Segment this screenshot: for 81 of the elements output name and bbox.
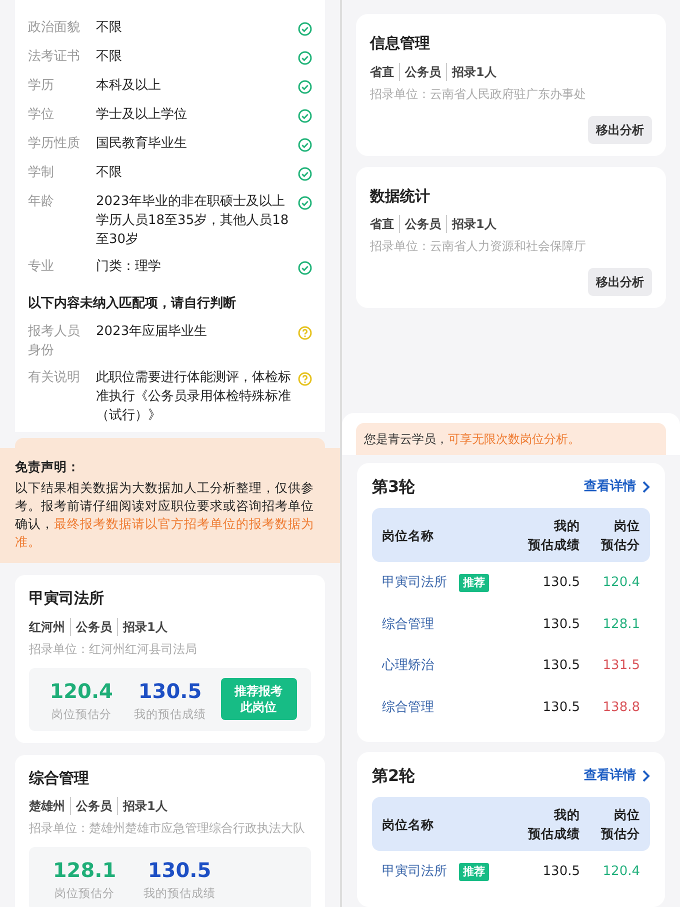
field-label: 法考证书 xyxy=(28,48,81,66)
position-title: 信息管理 xyxy=(370,33,431,54)
disclaimer-text: 以下结果相关数据为大数据加人工分析整理，仅供参考。报考前请仔细阅读对应职位要求或咨询招考单位确认，最终报考数据请以官方招考单位的报考数据为准。 xyxy=(15,479,315,551)
field-value: 学士及以上学位 xyxy=(96,106,188,124)
field-label: 学历性质 xyxy=(28,135,81,153)
field-value: 此职位需要进行体能测评，体检标准执行《公务员录用体检特殊标准（试行）》 xyxy=(96,368,292,424)
recommend-tag: 推荐 xyxy=(459,574,489,592)
field-label: 学位 xyxy=(28,106,55,124)
position-link[interactable]: 综合管理 xyxy=(382,614,434,634)
field-label: 学制 xyxy=(28,164,55,182)
field-label: 年龄 xyxy=(28,193,55,211)
tag-text: 招录1人 xyxy=(446,62,496,80)
position-link[interactable]: 心理矫治 xyxy=(382,656,434,676)
field-value: 不限 xyxy=(96,48,123,66)
unit-text: 招录单位：红河州红河县司法局 xyxy=(29,640,198,658)
column-header: 岗位 预估分 xyxy=(600,806,640,843)
my-score: 130.5 xyxy=(146,857,212,884)
column-header: 岗位 预估分 xyxy=(600,517,640,554)
field-label: 专业 xyxy=(28,258,55,276)
field-value: 2023年应届毕业生 xyxy=(96,322,208,340)
my-score: 130.5 xyxy=(137,678,203,704)
position-link[interactable]: 甲寅司法所 xyxy=(382,573,447,592)
unit-text: 招录单位：楚雄州楚雄市应急管理综合行政执法大队 xyxy=(29,820,306,838)
position-title: 数据统计 xyxy=(370,186,431,206)
table-cell-text: 130.5 xyxy=(542,863,580,881)
unit-text: 招录单位：云南省人民政府驻广东办事处 xyxy=(370,86,587,102)
unit-text: 招录单位：云南省人力资源和社会保障厅 xyxy=(370,238,587,255)
score-label: 岗位预估分 xyxy=(54,885,116,902)
column-header: 我的 预估成绩 xyxy=(526,806,580,843)
remove-button[interactable]: 移出分析 xyxy=(588,268,652,296)
tag-text: 公务员 xyxy=(70,618,112,636)
table-cell-text: 138.8 xyxy=(602,698,640,716)
table-cell-text: 130.5 xyxy=(542,616,580,634)
column-header: 岗位名称 xyxy=(382,816,435,834)
position-title: 甲寅司法所 xyxy=(29,588,105,609)
field-value: 2023年毕业的非在职硕士及以上学历人员18至35岁，其他人员18至30岁 xyxy=(96,193,290,249)
position-score: 120.4 xyxy=(48,678,114,704)
position-score: 128.1 xyxy=(52,857,118,884)
table-cell-text: 130.5 xyxy=(542,574,580,592)
tag-text: 公务员 xyxy=(399,215,441,233)
position-title: 综合管理 xyxy=(29,768,90,789)
tag-text: 招录1人 xyxy=(446,215,496,233)
column-header: 我的 预估成绩 xyxy=(526,517,580,554)
section-heading: 以下内容未纳入匹配项，请自行判断 xyxy=(28,294,237,313)
tag-text: 公务员 xyxy=(399,62,441,80)
table-cell-text: 131.5 xyxy=(602,657,640,675)
table-cell-text: 120.4 xyxy=(602,863,640,881)
field-value: 不限 xyxy=(96,164,123,182)
details-link[interactable]: 查看详情 xyxy=(584,477,650,497)
table-cell-text: 130.5 xyxy=(542,698,580,716)
recommend-tag: 推荐 xyxy=(459,862,489,881)
tag-text: 红河州 xyxy=(29,618,65,636)
tag-text: 招录1人 xyxy=(117,797,168,816)
field-value: 国民教育毕业生 xyxy=(96,134,188,153)
round-title: 第3轮 xyxy=(372,476,416,498)
score-label: 我的预估成绩 xyxy=(133,706,207,722)
tag-text: 公务员 xyxy=(70,797,112,816)
member-banner: 您是青云学员，可享无限次数岗位分析。 xyxy=(356,423,666,455)
field-label: 学历 xyxy=(28,77,55,95)
position-link[interactable]: 甲寅司法所 xyxy=(382,862,447,882)
table-cell-text: 120.4 xyxy=(602,574,640,592)
field-value: 不限 xyxy=(96,19,123,37)
table-cell-text: 128.1 xyxy=(602,616,640,634)
field-label: 报考人员身份 xyxy=(28,322,81,360)
tag-text: 招录1人 xyxy=(117,618,168,636)
tag-text: 省直 xyxy=(370,216,394,233)
field-value: 本科及以上 xyxy=(96,77,162,95)
round-title: 第2轮 xyxy=(372,765,416,787)
column-header: 岗位名称 xyxy=(382,526,435,544)
tag-text: 省直 xyxy=(370,64,394,80)
score-label: 我的预估成绩 xyxy=(142,885,216,902)
tag-text: 楚雄州 xyxy=(29,798,65,816)
details-link[interactable]: 查看详情 xyxy=(584,766,650,786)
table-cell-text: 130.5 xyxy=(542,657,580,675)
score-label: 岗位预估分 xyxy=(50,706,112,722)
field-label: 政治面貌 xyxy=(28,19,81,37)
position-link[interactable]: 综合管理 xyxy=(382,698,434,717)
field-value: 门类：理学 xyxy=(96,258,162,276)
remove-button[interactable]: 移出分析 xyxy=(588,116,652,144)
field-label: 有关说明 xyxy=(28,368,81,386)
disclaimer-title: 免责声明： xyxy=(15,458,81,476)
